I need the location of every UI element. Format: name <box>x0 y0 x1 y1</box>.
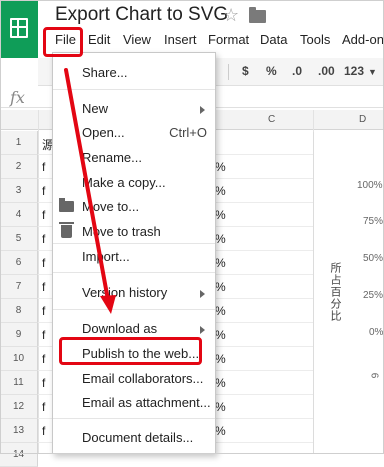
annotation-arrow-icon <box>64 68 116 314</box>
